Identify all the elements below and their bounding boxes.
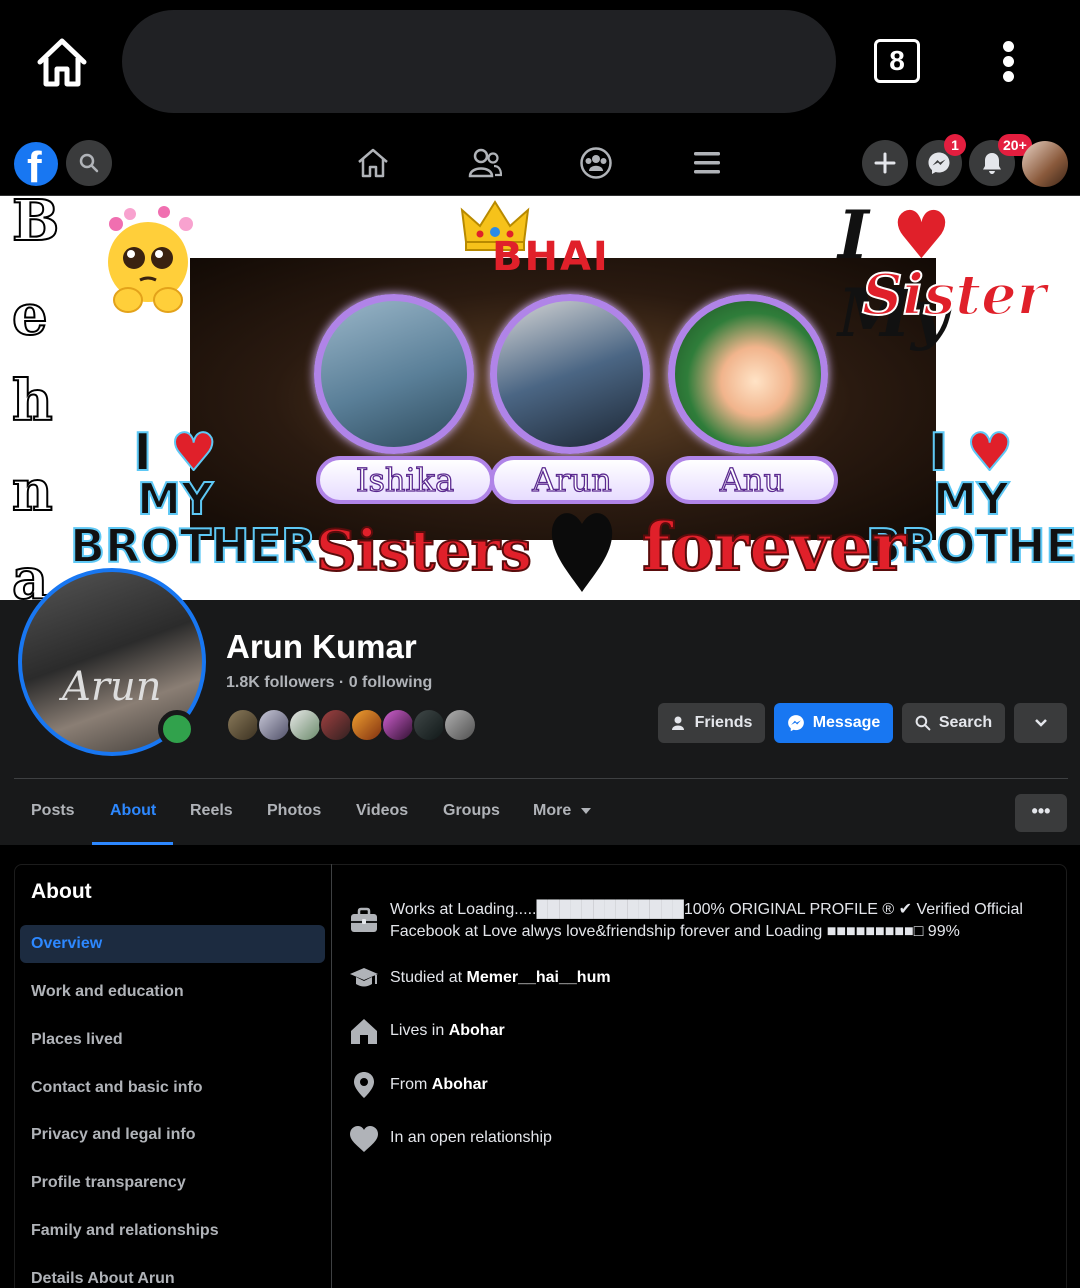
online-status-indicator (158, 710, 196, 748)
tab-more[interactable]: More (533, 802, 592, 820)
cover-photo-anu (668, 294, 828, 454)
cover-letter: e (11, 281, 49, 349)
sister-text: Sister (861, 261, 1047, 329)
lives-prefix: Lives in (390, 1022, 449, 1039)
friend-avatar[interactable] (381, 708, 415, 742)
friends-check-icon (671, 716, 684, 730)
work-info: Works at Loading.....█████████████100% O… (390, 899, 1050, 943)
location-pin-icon (354, 1072, 374, 1098)
sidebar-item-overview[interactable]: Overview (31, 935, 102, 953)
caret-down-icon (581, 807, 592, 814)
tab-more-label: More (533, 802, 572, 819)
profile-divider (14, 778, 1068, 779)
dropdown-button[interactable] (1014, 703, 1067, 743)
sidebar-item-profile-transparency[interactable]: Profile transparency (31, 1174, 186, 1192)
cover-photo-ishika (314, 294, 474, 454)
i-love-my-brother-left: I ♥ MY BROTHER (69, 426, 317, 578)
pleading-face-emoji-icon (108, 206, 193, 313)
from-prefix: From (390, 1076, 432, 1093)
briefcase-icon (351, 907, 377, 932)
friend-avatar[interactable] (226, 708, 260, 742)
friend-avatar[interactable] (350, 708, 384, 742)
cover-letter: h (11, 367, 54, 435)
relationship-info: In an open relationship (390, 1129, 552, 1146)
school-link[interactable]: Memer__hai__hum (467, 969, 611, 986)
my-text: MY (136, 474, 214, 525)
forever-text: forever (641, 507, 907, 587)
sidebar-item-places-lived[interactable]: Places lived (31, 1031, 123, 1049)
work-line2[interactable]: Facebook at Love alwys love&friendship f… (390, 923, 960, 940)
cover-name-label: Anu (666, 456, 838, 504)
tab-groups[interactable]: Groups (443, 802, 500, 820)
search-profile-button[interactable]: Search (902, 703, 1005, 743)
active-tab-indicator (92, 842, 173, 845)
search-button-label: Search (938, 714, 993, 731)
about-title: About (31, 880, 92, 903)
sidebar-item-work-education[interactable]: Work and education (31, 983, 184, 1001)
cover-letter: B (11, 196, 60, 255)
graduation-cap-icon (350, 968, 378, 987)
chevron-down-icon (1034, 719, 1047, 727)
message-button[interactable]: Message (774, 703, 893, 743)
cover-photo[interactable]: B e h n a BHAI Ishika Arun Anu I ♥ My Si… (0, 196, 1080, 600)
work-prefix: Works at (390, 901, 453, 918)
cover-name-label: Ishika (316, 456, 494, 504)
messenger-icon (787, 715, 804, 732)
search-icon (915, 715, 931, 731)
tab-photos[interactable]: Photos (267, 802, 321, 820)
home-icon[interactable] (34, 36, 90, 88)
hometown-link[interactable]: Abohar (432, 1076, 488, 1093)
menu-icon[interactable] (690, 146, 724, 180)
more-options-button[interactable]: ••• (1015, 794, 1067, 832)
address-bar[interactable] (122, 10, 836, 113)
sisters-text: Sisters (315, 517, 533, 585)
heart-icon (350, 1126, 378, 1152)
lives-info: Lives in Abohar (390, 1020, 505, 1042)
follower-counts[interactable]: 1.8K followers · 0 following (226, 674, 432, 692)
cover-photo-arun (490, 294, 650, 454)
friend-avatar[interactable] (288, 708, 322, 742)
from-info: From Abohar (390, 1074, 488, 1096)
tab-videos[interactable]: Videos (356, 802, 408, 820)
cover-letter: n (11, 457, 54, 525)
tab-posts[interactable]: Posts (31, 802, 75, 820)
search-icon[interactable] (66, 140, 112, 186)
work-line1[interactable]: Loading.....█████████████100% ORIGINAL P… (457, 901, 1023, 918)
house-icon (351, 1019, 377, 1044)
facebook-top-nav: f 1 20+ (0, 130, 1080, 196)
cover-letter: a (11, 545, 49, 600)
current-city-link[interactable]: Abohar (449, 1022, 505, 1039)
message-button-label: Message (812, 714, 881, 731)
tab-about[interactable]: About (110, 802, 156, 820)
profile-picture-text: Arun (62, 664, 162, 710)
friends-button[interactable]: Friends (658, 703, 765, 743)
friend-avatar[interactable] (257, 708, 291, 742)
sidebar-item-details[interactable]: Details About Arun (31, 1270, 175, 1288)
groups-icon[interactable] (579, 146, 613, 180)
brother-text: BROTHER (69, 519, 317, 573)
browser-toolbar: 8 (0, 0, 1080, 130)
tab-reels[interactable]: Reels (190, 802, 233, 820)
heart-icon (551, 513, 613, 592)
cover-name-label: Arun (490, 456, 654, 504)
profile-name: Arun Kumar (226, 628, 417, 665)
create-plus-icon[interactable] (862, 140, 908, 186)
friend-avatar[interactable] (443, 708, 477, 742)
tab-count-button[interactable]: 8 (874, 39, 920, 83)
kebab-menu-icon[interactable] (996, 38, 1020, 86)
facebook-logo[interactable]: f (14, 142, 58, 192)
messenger-badge: 1 (944, 134, 966, 156)
friend-avatar[interactable] (412, 708, 446, 742)
sidebar-item-privacy-legal[interactable]: Privacy and legal info (31, 1126, 196, 1144)
sidebar-item-contact-info[interactable]: Contact and basic info (31, 1079, 203, 1097)
friends-icon[interactable] (468, 146, 502, 180)
sidebar-item-family-relationships[interactable]: Family and relationships (31, 1222, 219, 1240)
home-icon[interactable] (356, 146, 390, 180)
account-avatar[interactable] (1022, 141, 1068, 187)
study-prefix: Studied at (390, 969, 467, 986)
friend-avatar[interactable] (319, 708, 353, 742)
friends-button-label: Friends (694, 714, 753, 731)
study-info: Studied at Memer__hai__hum (390, 967, 611, 989)
bhai-text: BHAI (492, 234, 610, 280)
